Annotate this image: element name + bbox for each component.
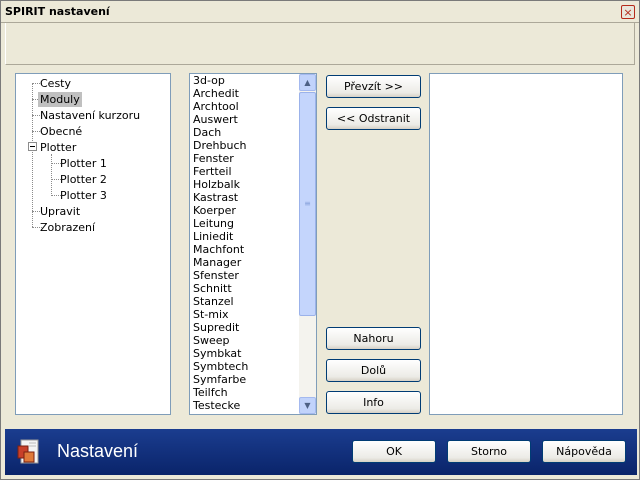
window-title: SPIRIT nastavení: [5, 5, 110, 18]
list-item[interactable]: Fenster: [190, 152, 300, 165]
ok-button[interactable]: OK: [352, 440, 436, 463]
list-item[interactable]: Auswert: [190, 113, 300, 126]
move-down-button[interactable]: Dolů: [326, 359, 421, 382]
move-up-button[interactable]: Nahoru: [326, 327, 421, 350]
tree-item-cesty[interactable]: Cesty: [38, 76, 73, 91]
list-item[interactable]: Manager: [190, 256, 300, 269]
list-item[interactable]: Symbkat: [190, 347, 300, 360]
list-item[interactable]: 3d-op: [190, 74, 300, 87]
header-strip: [5, 23, 635, 65]
list-item[interactable]: Schnitt: [190, 282, 300, 295]
tree-item-plotter-3[interactable]: Plotter 3: [58, 188, 109, 203]
list-item[interactable]: Kastrast: [190, 191, 300, 204]
tree-item-plotter-1[interactable]: Plotter 1: [58, 156, 109, 171]
close-button[interactable]: ×: [621, 5, 635, 19]
tree-item-obecne[interactable]: Obecné: [38, 124, 84, 139]
settings-tree: Cesty Moduly Nastavení kurzoru Obecné Pl…: [15, 73, 171, 415]
list-item[interactable]: Koerper: [190, 204, 300, 217]
close-icon: ×: [623, 5, 633, 19]
chevron-down-icon: ▼: [304, 401, 311, 410]
list-item[interactable]: Symfarbe: [190, 373, 300, 386]
tree-item-plotter[interactable]: Plotter: [38, 140, 78, 155]
take-button[interactable]: Převzít >>: [326, 75, 421, 98]
chevron-up-icon: ▲: [304, 78, 311, 87]
tree-item-upravit[interactable]: Upravit: [38, 204, 82, 219]
list-item[interactable]: Leitung: [190, 217, 300, 230]
cancel-button[interactable]: Storno: [447, 440, 531, 463]
title-bar[interactable]: SPIRIT nastavení ×: [1, 1, 639, 23]
grip-icon: ≡: [304, 199, 311, 208]
tree-item-zobrazeni[interactable]: Zobrazení: [38, 220, 97, 235]
tree-item-nastaveni-kurzoru[interactable]: Nastavení kurzoru: [38, 108, 142, 123]
list-item[interactable]: St-mix: [190, 308, 300, 321]
module-list: 3d-op Archedit Archtool Auswert Dach Dre…: [190, 74, 300, 412]
selected-modules-list[interactable]: [429, 73, 623, 415]
list-item[interactable]: Dach: [190, 126, 300, 139]
collapse-icon[interactable]: [28, 142, 37, 151]
help-button[interactable]: Nápověda: [542, 440, 626, 463]
footer-bar: Nastavení OK Storno Nápověda: [5, 429, 637, 475]
list-item[interactable]: Stanzel: [190, 295, 300, 308]
list-item[interactable]: Supredit: [190, 321, 300, 334]
list-item[interactable]: Archedit: [190, 87, 300, 100]
list-item[interactable]: Drehbuch: [190, 139, 300, 152]
dialog-window: SPIRIT nastavení × Cesty Moduly Nastaven…: [0, 0, 640, 480]
footer-title: Nastavení: [57, 441, 139, 461]
list-item[interactable]: Sweep: [190, 334, 300, 347]
list-item[interactable]: Sfenster: [190, 269, 300, 282]
list-item[interactable]: Archtool: [190, 100, 300, 113]
list-item[interactable]: Fertteil: [190, 165, 300, 178]
tree-trunk-line: [32, 83, 33, 227]
scroll-up-button[interactable]: ▲: [299, 74, 316, 91]
available-modules-list[interactable]: 3d-op Archedit Archtool Auswert Dach Dre…: [189, 73, 317, 415]
list-item[interactable]: Symbtech: [190, 360, 300, 373]
list-item[interactable]: Holzbalk: [190, 178, 300, 191]
scrollbar-thumb[interactable]: ≡: [299, 92, 316, 316]
info-button[interactable]: Info: [326, 391, 421, 414]
settings-document-icon: [17, 439, 39, 464]
tree-item-plotter-2[interactable]: Plotter 2: [58, 172, 109, 187]
list-item[interactable]: Teilfch: [190, 386, 300, 399]
list-item[interactable]: Machfont: [190, 243, 300, 256]
list-item[interactable]: Testecke: [190, 399, 300, 412]
tree-item-moduly[interactable]: Moduly: [38, 92, 82, 107]
vertical-scrollbar[interactable]: ▲ ≡ ▼: [299, 74, 316, 414]
scroll-down-button[interactable]: ▼: [299, 397, 316, 414]
tree-branch-line: [51, 154, 52, 196]
remove-button[interactable]: << Odstranit: [326, 107, 421, 130]
list-item[interactable]: Liniedit: [190, 230, 300, 243]
